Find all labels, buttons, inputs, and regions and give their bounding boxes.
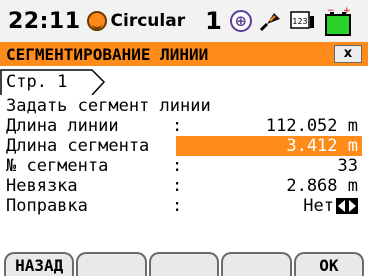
keyboard-label: 123 bbox=[292, 17, 307, 26]
back-softkey[interactable]: НАЗАД bbox=[4, 252, 75, 276]
smiley-status-icon bbox=[86, 11, 107, 31]
row-misclosure: Невязка : 2.868 m bbox=[0, 176, 368, 196]
measure-mode[interactable]: Circular bbox=[111, 11, 186, 31]
battery-icon: − + bbox=[324, 6, 351, 36]
row-segment-length[interactable]: Длина сегмента : 3.412 m bbox=[0, 136, 368, 156]
row-correction[interactable]: Поправка : Нет bbox=[0, 196, 368, 216]
row-label: Невязка bbox=[6, 176, 78, 196]
clock: 22:11 bbox=[8, 8, 81, 34]
close-button[interactable]: x bbox=[334, 45, 362, 63]
page-tab[interactable]: Стр. 1 bbox=[0, 69, 112, 95]
row-colon: : bbox=[172, 116, 183, 136]
row-define-segment: Задать сегмент линии bbox=[0, 96, 368, 116]
correction-selector[interactable]: Нет bbox=[303, 196, 358, 216]
row-label: Длина сегмента bbox=[6, 136, 150, 156]
line-length-value: 112.052 m bbox=[265, 116, 358, 136]
row-colon: : bbox=[172, 156, 183, 176]
row-colon: : bbox=[172, 176, 183, 196]
left-right-toggle-icon[interactable] bbox=[336, 198, 358, 214]
softkey-4[interactable] bbox=[221, 252, 292, 276]
row-label: № сегмента bbox=[6, 156, 109, 176]
correction-value: Нет bbox=[303, 196, 334, 216]
status-bar: 22:11 Circular 1 ⊕ 123 − + bbox=[0, 0, 368, 42]
target-glyph: ⊕ bbox=[234, 12, 248, 30]
row-segment-number[interactable]: № сегмента : 33 bbox=[0, 156, 368, 176]
page-tab-label: Стр. 1 bbox=[6, 72, 68, 92]
row-label: Поправка bbox=[6, 196, 88, 216]
softkey-2[interactable] bbox=[76, 252, 147, 276]
form-rows: Задать сегмент линии Длина линии : 112.0… bbox=[0, 96, 368, 216]
row-label: Задать сегмент линии bbox=[6, 96, 211, 116]
row-line-length: Длина линии : 112.052 m bbox=[0, 116, 368, 136]
keyboard-123-icon[interactable]: 123 bbox=[290, 10, 316, 32]
face-indicator[interactable]: 1 bbox=[205, 7, 222, 35]
misclosure-value: 2.868 m bbox=[286, 176, 358, 196]
softkey-3[interactable] bbox=[148, 252, 220, 276]
segment-length-field[interactable]: 3.412 m bbox=[286, 136, 358, 156]
softkey-bar: НАЗАД OK bbox=[4, 252, 365, 276]
ok-softkey[interactable]: OK bbox=[293, 252, 365, 276]
prism-icon[interactable] bbox=[258, 9, 282, 33]
window-title-bar: СЕГМЕНТИРОВАНИЕ ЛИНИИ x bbox=[0, 42, 368, 66]
window-title: СЕГМЕНТИРОВАНИЕ ЛИНИИ bbox=[6, 44, 209, 64]
row-label: Длина линии bbox=[6, 116, 119, 136]
row-colon: : bbox=[172, 196, 183, 216]
close-icon: x bbox=[343, 46, 353, 61]
segment-number-field[interactable]: 33 bbox=[338, 156, 358, 176]
target-icon[interactable]: ⊕ bbox=[229, 10, 252, 32]
